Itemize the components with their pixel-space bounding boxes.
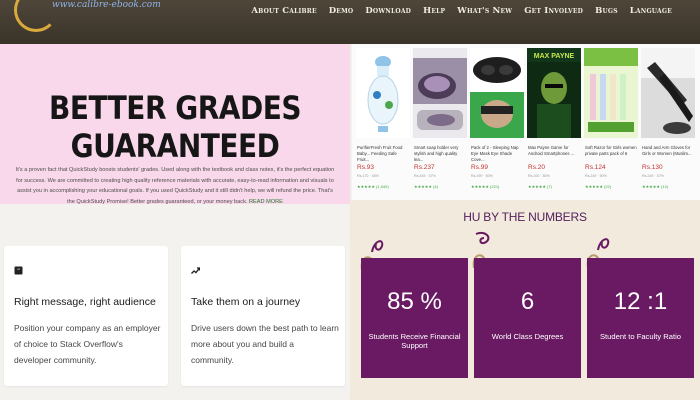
nav-demo[interactable]: Demo (329, 6, 354, 20)
product-name: Smart soap holder very stylish and high … (414, 145, 459, 162)
stat-faculty-ratio: 12 :1 Student to Faculty Ratio (587, 258, 694, 378)
nav-bugs[interactable]: Bugs (595, 6, 618, 20)
product-rating: ★★★★★ (221) (471, 184, 500, 189)
razor-pack-image[interactable] (584, 48, 638, 138)
feature-card-message[interactable]: ” Right message, right audience Position… (4, 246, 168, 386)
stat-financial-support: 85 % Students Receive Financial Support (361, 258, 468, 378)
product-rating: ★★★★★ (4) (414, 184, 438, 189)
product-name: Pack of 2 - Sleeping Nap Eye Mask Eye Sh… (471, 145, 519, 162)
stat-label: World Class Degrees (491, 332, 564, 341)
max-payne-image[interactable]: MAX PAYNE (527, 48, 581, 138)
trend-arrow-icon (191, 266, 201, 278)
card-description: Position your company as an employer of … (14, 323, 161, 365)
product-name: PurifierFresh Fruit Food Baby... Feeding… (357, 145, 403, 162)
feature-card-journey[interactable]: Take them on a journey Drive users down … (181, 246, 345, 386)
site-header: www.calibre-ebook.com About Calibre Demo… (0, 0, 700, 44)
nav-download[interactable]: Download (365, 6, 411, 20)
stat-number: 12 :1 (613, 288, 668, 315)
chat-icon: ” (14, 266, 23, 278)
product-name: Max Payne Game for Android Smartphones .… (528, 145, 575, 156)
stat-number: 6 (520, 288, 535, 315)
product-card[interactable]: Pack of 2 - Sleeping Nap Eye Mask Eye Sh… (470, 48, 524, 200)
stat-degrees: 6 World Class Degrees (474, 258, 581, 378)
product-card[interactable]: PurifierFresh Fruit Food Baby... Feeding… (356, 48, 410, 200)
hero-body: It's a proven fact that QuickStudy boost… (15, 167, 335, 205)
stat-label: Students Receive Financial Support (368, 332, 461, 350)
product-original-price: Rs.199 · 50% (471, 174, 493, 178)
product-name: Soft Razor for Girls women private parts… (585, 145, 637, 156)
product-card[interactable]: Hand and Arm Gloves for Girls or Women (… (641, 48, 695, 200)
svg-text:”: ” (17, 268, 20, 275)
product-price: Rs.20 (528, 164, 545, 171)
product-name: Hand and Arm Gloves for Girls or Women (… (642, 145, 692, 156)
stat-number: 85 % (387, 288, 442, 315)
product-rating: ★★★★★ (22) (585, 184, 612, 189)
svg-text:MAX PAYNE: MAX PAYNE (534, 53, 575, 60)
nav-about-calibre[interactable]: About Calibre (251, 6, 316, 20)
product-card[interactable]: Soft Razor for Girls women private parts… (584, 48, 638, 200)
numbers-title: HU BY THE NUMBERS (463, 210, 587, 224)
hero-text: It's a proven fact that QuickStudy boost… (14, 165, 336, 207)
product-card[interactable]: Smart soap holder very stylish and high … (413, 48, 467, 200)
product-rating: ★★★★★ (1,040) (357, 184, 389, 189)
product-carousel: PurifierFresh Fruit Food Baby... Feeding… (352, 44, 700, 200)
product-original-price: Rs.100 · 80% (528, 174, 550, 178)
card-description: Drive users down the best path to learn … (191, 323, 339, 365)
card-title: Right message, right audience (14, 296, 156, 308)
product-price: Rs.124 (585, 164, 606, 171)
product-card[interactable]: MAX PAYNE Max Payne Game for Android Sma… (527, 48, 581, 200)
product-original-price: Rs.249 · 47% (642, 174, 664, 178)
eye-mask-image[interactable] (470, 48, 524, 138)
card-title: Take them on a journey (191, 296, 301, 308)
main-nav: About Calibre Demo Download Help What's … (251, 6, 672, 20)
product-rating: ★★★★★ (7) (528, 184, 552, 189)
nav-help[interactable]: Help (423, 6, 445, 20)
logo-text[interactable]: www.calibre-ebook.com (52, 0, 161, 10)
product-price: Rs.99 (471, 164, 488, 171)
product-price: Rs.237 (414, 164, 435, 171)
product-original-price: Rs.445 · 47% (414, 174, 436, 178)
soap-holder-image[interactable] (413, 48, 467, 138)
product-price: Rs.93 (357, 164, 374, 171)
guarantee-hero: Better Grades Guaranteed It's a proven f… (0, 44, 350, 207)
baby-feeder-image[interactable] (356, 48, 410, 138)
product-rating: ★★★★★ (12) (642, 184, 669, 189)
nav-get-involved[interactable]: Get Involved (524, 6, 583, 20)
hero-title: Better Grades Guaranteed (49, 89, 302, 165)
nav-whats-new[interactable]: What's New (457, 6, 512, 20)
nav-language[interactable]: Language (630, 6, 672, 20)
product-original-price: Rs.170 · 45% (357, 174, 379, 178)
arm-gloves-image[interactable] (641, 48, 695, 138)
product-original-price: Rs.249 · 50% (585, 174, 607, 178)
stat-label: Student to Faculty Ratio (599, 332, 682, 341)
product-price: Rs.130 (642, 164, 663, 171)
